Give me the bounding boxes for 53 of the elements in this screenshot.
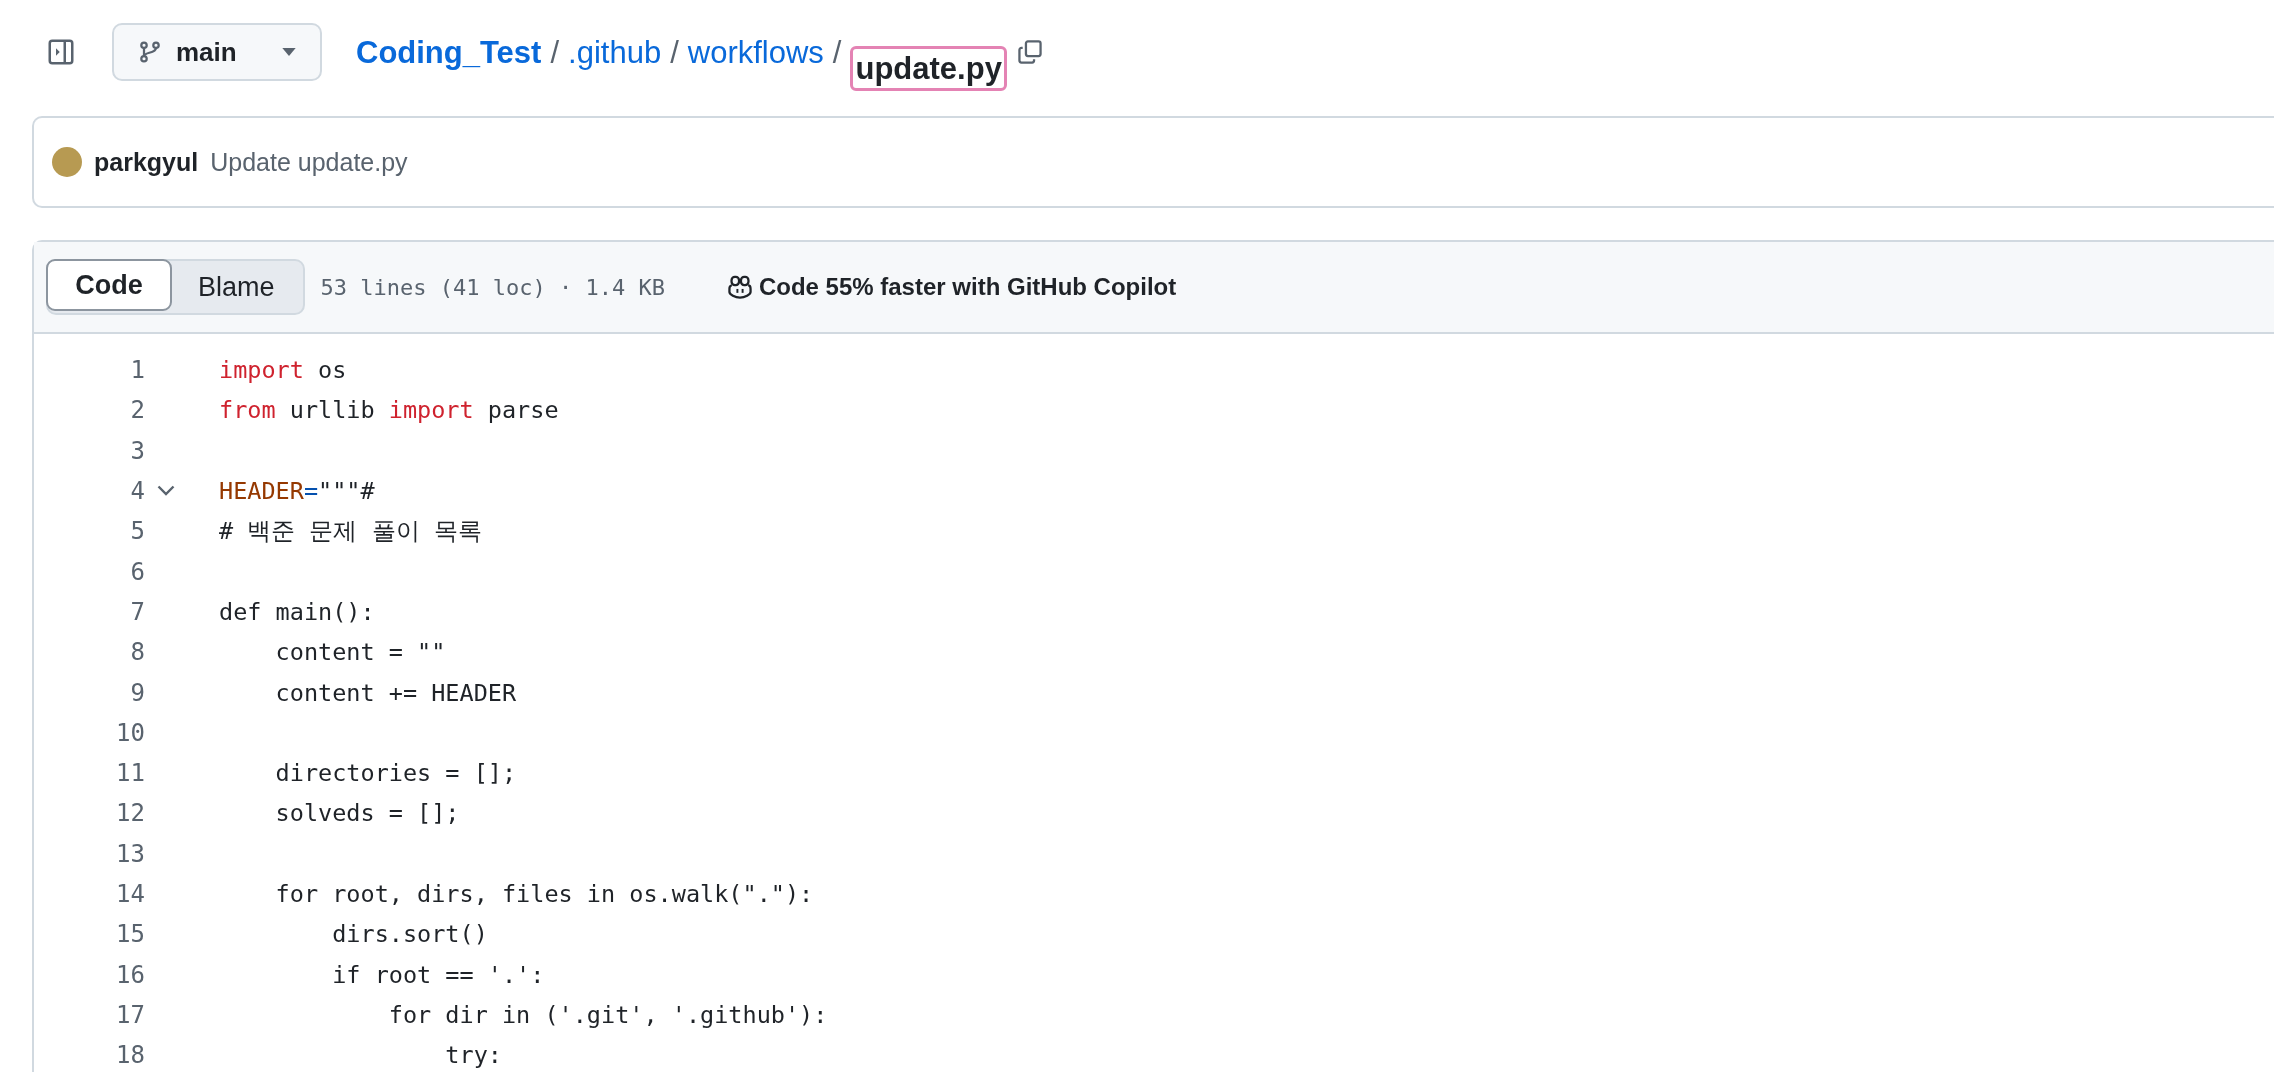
- line-number: 9: [129, 678, 145, 707]
- caret-icon: [282, 48, 296, 56]
- code-line: for dir in ('.git', '.github'):: [387, 1000, 828, 1029]
- path-separator: /: [832, 36, 842, 68]
- code-line: content += HEADER: [274, 678, 517, 707]
- file-name[interactable]: update.py: [850, 45, 1007, 91]
- path-separator: /: [670, 36, 679, 68]
- path-separator: /: [550, 36, 560, 68]
- line-number: 1: [129, 356, 145, 385]
- line-number: 14: [115, 880, 145, 908]
- line-number: 16: [115, 960, 145, 989]
- line-number: 2: [129, 396, 145, 425]
- copilot-icon: [726, 274, 753, 300]
- code-line: import os: [219, 356, 347, 385]
- line-number: 11: [115, 759, 145, 788]
- view-tab[interactable]: Code: [46, 259, 172, 311]
- code-line: HEADER="""#: [219, 477, 375, 506]
- line-number: 12: [115, 799, 145, 828]
- line-number: 10: [115, 718, 145, 747]
- code-line: # 백준 문제 풀이 목록: [219, 516, 482, 548]
- commit-message[interactable]: Update update.py: [210, 147, 408, 177]
- line-number: 13: [115, 839, 145, 868]
- breadcrumb-link[interactable]: workflows: [687, 36, 824, 68]
- code-line: from urllib import parse: [219, 396, 559, 425]
- code-line: for root, dirs, files in os.walk("."):: [274, 880, 814, 908]
- code-line: def main():: [219, 597, 375, 626]
- breadcrumb-link[interactable]: Coding_Test: [356, 36, 542, 68]
- line-number: 4: [129, 477, 145, 506]
- line-number: 15: [115, 920, 145, 949]
- line-number: 7: [129, 597, 145, 626]
- code-line: if root == '.':: [331, 960, 545, 989]
- code-line: content = "": [274, 638, 446, 667]
- branch-selector[interactable]: main: [112, 23, 322, 81]
- sidebar-toggle-icon[interactable]: [46, 37, 76, 67]
- branch-icon: [138, 40, 162, 64]
- line-number: 18: [115, 1041, 145, 1070]
- line-number: 6: [129, 557, 145, 586]
- line-number: 3: [129, 436, 145, 465]
- file-info: 53 lines (41 loc) · 1.4 KB: [320, 274, 665, 300]
- commit-author[interactable]: parkgyul: [94, 147, 199, 177]
- view-tab[interactable]: Blame: [170, 261, 303, 313]
- avatar: [52, 147, 82, 177]
- copy-icon[interactable]: [1016, 39, 1043, 65]
- chevron-icon[interactable]: [157, 485, 175, 498]
- code-line: dirs.sort(): [331, 920, 488, 949]
- code-line: directories = [];: [274, 759, 517, 788]
- breadcrumb-link[interactable]: .github: [568, 36, 662, 68]
- line-number: 5: [129, 517, 145, 546]
- line-number: 8: [129, 638, 145, 667]
- code-line: solveds = [];: [274, 799, 460, 828]
- line-number: 17: [115, 1000, 145, 1029]
- code-line: try:: [444, 1041, 502, 1070]
- copilot-link[interactable]: Code 55% faster with GitHub Copilot: [758, 273, 1177, 301]
